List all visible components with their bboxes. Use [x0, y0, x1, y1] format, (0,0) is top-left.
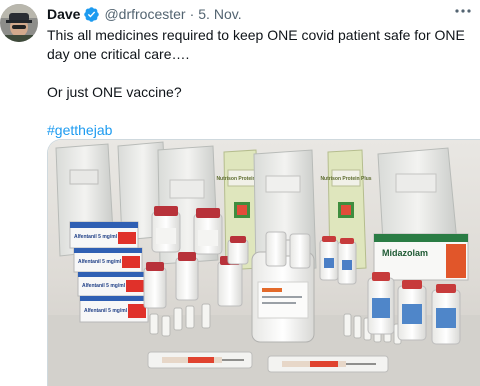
syringe-pack: [267, 355, 389, 373]
avatar[interactable]: [0, 4, 38, 42]
medicine-boxes: Alfentanil 5 mg/ml Alfentanil 5 mg/ml Al…: [69, 221, 149, 323]
hashtag-link[interactable]: #getthejab: [47, 122, 112, 138]
tweet-date[interactable]: 5. Nov.: [198, 6, 241, 22]
midazolam-label: Midazolam: [382, 248, 428, 258]
verified-badge-icon: [83, 6, 100, 23]
bag-label: Nutrison Protein Plus: [320, 176, 371, 182]
box-label: Alfentanil 5 mg/ml: [78, 259, 122, 265]
tweet-text-paragraph-1: This all medicines required to keep ONE …: [47, 27, 465, 62]
box-label: Alfentanil 5 mg/ml: [84, 308, 128, 314]
tweet-photo[interactable]: Nutrison Protein Plus Nutrison Protein P…: [47, 139, 480, 386]
tweet-text-paragraph-2: Or just ONE vaccine?: [47, 84, 182, 100]
author-handle[interactable]: @drfrocester: [104, 6, 185, 22]
tweet-header: Dave @drfrocester · 5. Nov.: [47, 4, 472, 24]
separator: ·: [189, 6, 195, 22]
syringe-pack: [147, 351, 253, 369]
box-label: Alfentanil 5 mg/ml: [82, 283, 126, 289]
author-name[interactable]: Dave: [47, 6, 80, 22]
more-options-icon[interactable]: [452, 2, 474, 20]
box-label: Alfentanil 5 mg/ml: [74, 234, 118, 240]
